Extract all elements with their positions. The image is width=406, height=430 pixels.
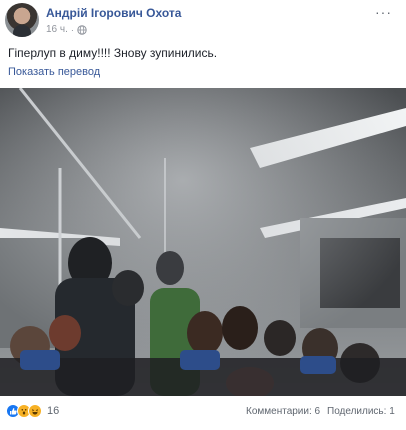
author-avatar[interactable] — [5, 3, 39, 37]
shares-count-link[interactable]: Поделились: 1 — [327, 406, 395, 417]
post-photo[interactable] — [0, 88, 406, 396]
facebook-post: Андрій Ігорович Охота 16 ч. · ··· Гіперл… — [0, 0, 406, 430]
reactions-summary[interactable]: 16 — [6, 404, 59, 418]
haha-icon — [28, 404, 42, 418]
author-name[interactable]: Андрій Ігорович Охота — [46, 6, 181, 20]
show-translation-link[interactable]: Показать перевод — [8, 66, 100, 78]
comments-count-link[interactable]: Комментарии: 6 — [246, 406, 320, 417]
train-interior-photo — [0, 88, 406, 396]
post-text: Гіперлуп в диму!!!! Знову зупинились. — [8, 46, 218, 60]
more-options-button[interactable]: ··· — [375, 4, 392, 20]
meta-separator: · — [70, 24, 74, 35]
post-meta: 16 ч. · — [46, 24, 87, 35]
globe-icon[interactable] — [77, 24, 87, 35]
post-time[interactable]: 16 ч. — [46, 24, 68, 35]
reaction-count: 16 — [47, 405, 60, 417]
